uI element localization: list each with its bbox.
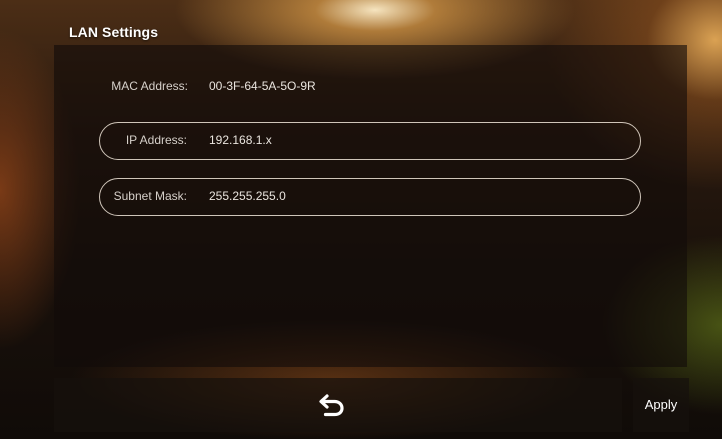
ip-address-field[interactable]: IP Address: 192.168.1.x: [99, 122, 641, 160]
subnet-mask-value: 255.255.255.0: [209, 189, 286, 203]
back-arrow-icon[interactable]: [318, 391, 346, 417]
subnet-mask-field[interactable]: Subnet Mask: 255.255.255.0: [99, 178, 641, 216]
subnet-mask-label: Subnet Mask:: [113, 189, 187, 203]
page-title: LAN Settings: [69, 24, 159, 40]
lan-settings-screen: LAN Settings MAC Address: 00-3F-64-5A-5O…: [0, 0, 722, 439]
mac-address-label: MAC Address:: [111, 79, 188, 93]
settings-panel: MAC Address: 00-3F-64-5A-5O-9R IP Addres…: [54, 45, 687, 367]
ip-address-value: 192.168.1.x: [209, 133, 272, 147]
mac-address-value: 00-3F-64-5A-5O-9R: [209, 79, 316, 93]
mac-address-row: MAC Address: 00-3F-64-5A-5O-9R: [99, 68, 641, 106]
apply-button[interactable]: Apply: [633, 378, 689, 432]
ip-address-label: IP Address:: [125, 133, 187, 147]
